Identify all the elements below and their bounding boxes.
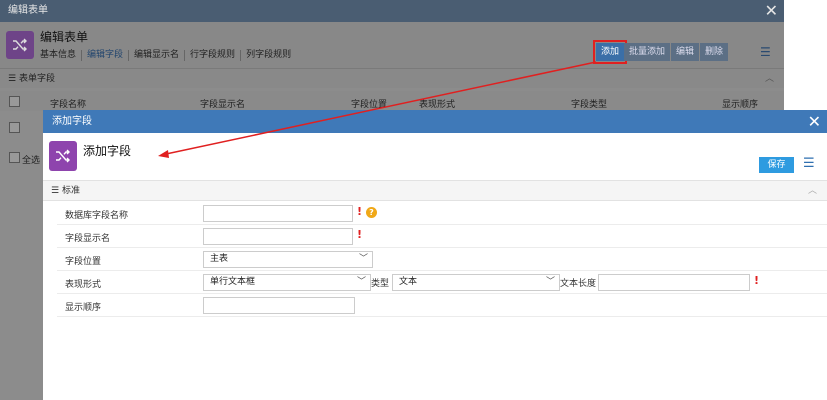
shuffle-icon [6, 31, 34, 59]
dialog-titlebar: 添加字段 ✕ [43, 110, 827, 133]
required-marker: ! [754, 274, 760, 287]
form-row-presentation: 表现形式 单行文本框 ﹀ 类型 文本 ﹀ 文本长度 ! [57, 271, 827, 294]
grid-header-order: 显示顺序 [722, 100, 759, 110]
chevron-down-icon: ﹀ [356, 277, 366, 287]
grid-header-type: 字段类型 [571, 100, 608, 110]
background-section-header: ☰ 表单字段 ︿ [0, 68, 784, 88]
dialog-close-icon[interactable]: ✕ [808, 110, 821, 133]
shuffle-icon [49, 141, 77, 171]
grid-header-presentation: 表现形式 [419, 100, 456, 110]
dialog-titlebar-label: 添加字段 [52, 116, 92, 127]
text-length-input[interactable] [598, 274, 750, 291]
required-marker: ! [357, 205, 363, 218]
row-checkbox[interactable] [9, 122, 20, 133]
add-button[interactable]: 添加 [592, 40, 628, 64]
presentation-select[interactable]: 单行文本框 ﹀ [203, 274, 371, 291]
display-order-input[interactable] [203, 297, 355, 314]
standard-section-header: ☰ 标准 ︿ [43, 180, 827, 201]
chevron-down-icon: ﹀ [358, 254, 368, 264]
dialog-menu-icon[interactable]: ☰ [803, 156, 815, 171]
select-all-checkbox[interactable] [9, 152, 20, 163]
background-grid-header: 字段名称 字段显示名 字段位置 表现形式 字段类型 显示顺序 [0, 91, 784, 111]
background-section-icon: ☰ [8, 74, 17, 84]
position-select[interactable]: 主表 ﹀ [203, 251, 373, 268]
tab-row-field-rules[interactable]: 行字段规则 [185, 50, 242, 61]
background-toolbar: 添加 批量添加 编辑 删除 [592, 40, 730, 64]
display-name-input[interactable] [203, 228, 353, 245]
form-row-display-name: 字段显示名 ! [57, 225, 827, 248]
tab-basic-info[interactable]: 基本信息 [40, 50, 83, 61]
form-row-display-order: 显示顺序 [57, 294, 827, 317]
type-label: 类型 [371, 279, 390, 289]
db-field-name-label: 数据库字段名称 [65, 211, 129, 221]
background-section-title: 表单字段 [18, 74, 55, 84]
chevron-up-icon[interactable]: ︿ [808, 181, 817, 201]
presentation-label: 表现形式 [65, 280, 102, 290]
form-row-db-field-name: 数据库字段名称 ! ? [57, 202, 827, 225]
display-order-label: 显示顺序 [65, 303, 102, 313]
background-page-title: 编辑表单 [40, 30, 89, 44]
select-all-label: 全选 [22, 156, 41, 166]
grid-header-display-name: 字段显示名 [200, 100, 246, 110]
background-titlebar: 编辑表单 ✕ [0, 0, 784, 22]
add-field-dialog: 添加字段 ✕ 添加字段 保存 ☰ ☰ 标准 ︿ 数据库字段名称 ! ? 字段显示… [43, 110, 827, 400]
standard-section-title: 标准 [61, 186, 80, 196]
tab-edit-fields[interactable]: 编辑字段 [82, 50, 130, 61]
tab-column-field-rules[interactable]: 列字段规则 [241, 50, 296, 61]
position-label: 字段位置 [65, 257, 102, 267]
grid-header-position: 字段位置 [351, 100, 388, 110]
background-menu-icon[interactable]: ☰ [760, 45, 771, 59]
help-icon[interactable]: ? [366, 207, 377, 218]
header-checkbox[interactable] [9, 96, 20, 107]
edit-button[interactable]: 编辑 [671, 43, 701, 61]
presentation-select-value: 单行文本框 [210, 277, 256, 287]
position-select-value: 主表 [210, 254, 229, 264]
grid-header-field-name: 字段名称 [50, 100, 87, 110]
chevron-up-icon[interactable]: ︿ [765, 69, 774, 89]
background-titlebar-label: 编辑表单 [8, 5, 48, 16]
section-icon: ☰ [51, 186, 60, 196]
type-select-value: 文本 [399, 277, 418, 287]
save-button[interactable]: 保存 [759, 157, 794, 173]
chevron-down-icon: ﹀ [545, 277, 555, 287]
text-length-label: 文本长度 [560, 279, 597, 289]
required-marker: ! [357, 228, 363, 241]
type-select[interactable]: 文本 ﹀ [392, 274, 560, 291]
dialog-title: 添加字段 [83, 144, 132, 158]
background-close-icon[interactable]: ✕ [765, 0, 778, 22]
background-tabs: 基本信息 编辑字段 编辑显示名 行字段规则 列字段规则 [40, 50, 296, 61]
tab-edit-display-name[interactable]: 编辑显示名 [129, 50, 186, 61]
batch-add-button[interactable]: 批量添加 [624, 43, 672, 61]
db-field-name-input[interactable] [203, 205, 353, 222]
delete-button[interactable]: 删除 [700, 43, 730, 61]
display-name-label: 字段显示名 [65, 234, 111, 244]
form-row-position: 字段位置 主表 ﹀ [57, 248, 827, 271]
